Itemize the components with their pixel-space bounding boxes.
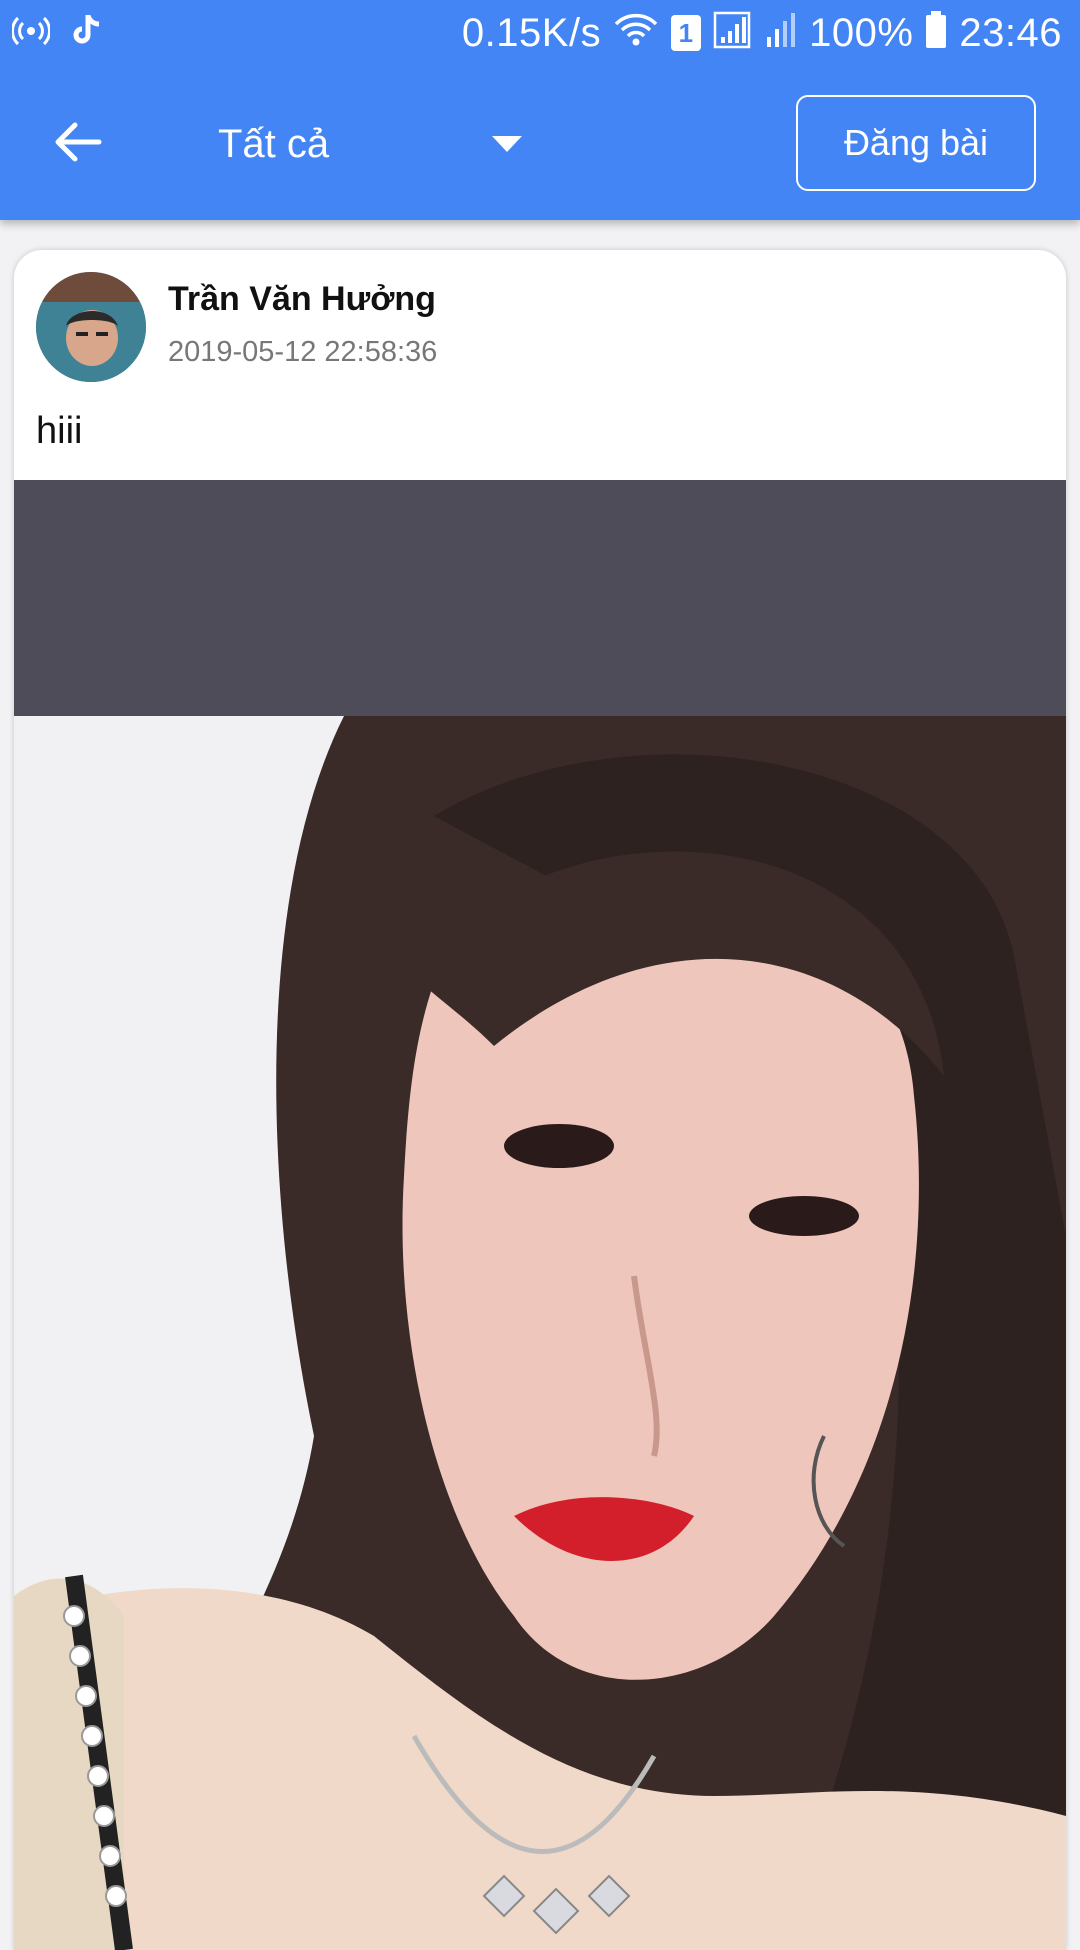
- hotspot-icon: [11, 12, 51, 55]
- sim-icon: 1: [671, 15, 702, 51]
- wifi-icon: [613, 12, 659, 55]
- create-post-button[interactable]: Đăng bài: [796, 95, 1036, 191]
- post-author[interactable]: Trần Văn Hưởng: [168, 280, 436, 319]
- app-header: 0.15K/s 1 100% 23:46 Tất cả Đăng bài: [0, 0, 1080, 220]
- net-speed: 0.15K/s: [461, 11, 602, 55]
- user-avatar[interactable]: [36, 272, 146, 382]
- signal-icon: [713, 11, 753, 56]
- post-card: Trần Văn Hưởng 2019-05-12 22:58:36 hiii: [14, 250, 1066, 1950]
- battery-icon: [925, 10, 947, 56]
- signal-icon: [765, 11, 797, 56]
- status-right: 0.15K/s 1 100% 23:46: [462, 8, 1062, 58]
- toolbar: Tất cả Đăng bài: [0, 66, 1080, 220]
- clock: 23:46: [959, 11, 1062, 55]
- status-left: [11, 12, 102, 55]
- caret-down-icon: [492, 136, 522, 157]
- filter-label: Tất cả: [218, 121, 330, 166]
- battery-level: 100%: [809, 11, 914, 55]
- filter-dropdown[interactable]: Tất cả: [218, 106, 538, 182]
- status-bar: 0.15K/s 1 100% 23:46: [0, 0, 1080, 66]
- selfie-photo[interactable]: [14, 716, 1066, 1950]
- post-timestamp: 2019-05-12 22:58:36: [168, 336, 438, 368]
- media-placeholder: [14, 480, 1066, 716]
- tiktok-icon: [70, 13, 102, 54]
- post-text: hiii: [36, 410, 83, 452]
- arrow-left-icon: [53, 120, 103, 169]
- back-button[interactable]: [40, 110, 116, 178]
